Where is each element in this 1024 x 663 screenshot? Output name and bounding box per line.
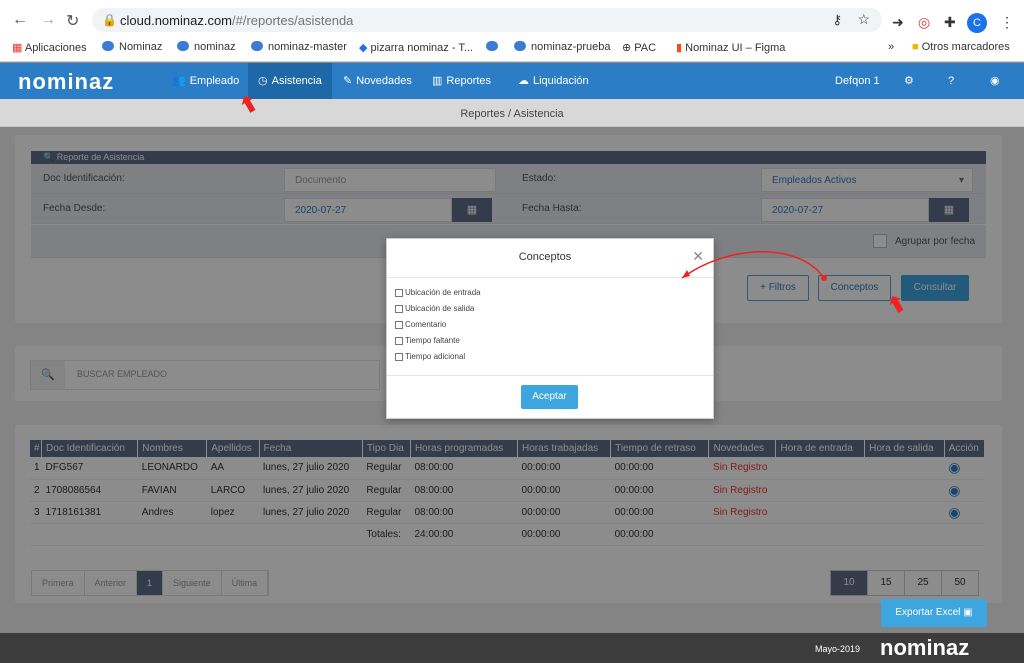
cloud-icon xyxy=(251,41,263,51)
bookmark-item[interactable]: Nominaz xyxy=(102,41,162,53)
concept-option[interactable]: Ubicación de entrada xyxy=(395,288,481,297)
breadcrumb: Reportes / Asistencia xyxy=(460,108,564,120)
diamond-icon: ◆ xyxy=(359,42,368,54)
conceptos-modal: Conceptos ✕ Ubicación de entrada Ubicaci… xyxy=(386,238,714,419)
nav-liquidacion[interactable]: ☁ Liquidación xyxy=(508,63,599,99)
profile-avatar[interactable]: C xyxy=(967,13,987,33)
nav-reportes[interactable]: ▥ Reportes xyxy=(422,63,501,99)
bookmark-item[interactable]: ▮ Nominaz UI – Figma xyxy=(676,41,785,54)
cloud-icon xyxy=(102,41,114,51)
breadcrumb-bar: Reportes / Asistencia xyxy=(0,99,1024,127)
settings-icon[interactable]: ⚙ xyxy=(894,63,924,99)
concept-option[interactable]: Ubicación de salida xyxy=(395,304,474,313)
bookmark-item[interactable]: ⊕ PAC xyxy=(622,41,656,54)
cloud-icon xyxy=(177,41,189,51)
cloud-upload-icon: ☁ xyxy=(518,75,529,87)
help-icon[interactable]: ? xyxy=(938,63,964,99)
address-bar-row: ← → ↻ 🔒 cloud.nominaz.com/#/reportes/asi… xyxy=(0,5,1024,35)
extension-arrow-icon[interactable]: ➜ xyxy=(892,14,904,31)
figma-icon: ▮ xyxy=(676,42,683,54)
forward-icon[interactable]: → xyxy=(40,11,56,29)
concept-option[interactable]: Tiempo faltante xyxy=(395,336,460,345)
footer-date: Mayo-2019 xyxy=(815,644,861,654)
extensions-puzzle-icon[interactable]: ✚ xyxy=(944,14,956,31)
cloud-icon xyxy=(514,41,526,51)
checkbox[interactable] xyxy=(395,320,403,329)
clock-icon: ◷ xyxy=(258,75,268,87)
concept-option[interactable]: Comentario xyxy=(395,320,446,329)
bookmark-item[interactable]: nominaz-master xyxy=(251,41,347,53)
url-text: cloud.nominaz.com/#/reportes/asistenda xyxy=(120,13,354,28)
checkbox[interactable] xyxy=(395,352,403,361)
bar-chart-icon: ▥ xyxy=(432,75,443,87)
top-navbar: nominaz 👥 Empleado ◷ Asistencia ✎ Novedades… xyxy=(0,63,1024,99)
users-icon: 👥 xyxy=(172,75,186,87)
divider xyxy=(387,277,713,278)
export-excel-button[interactable]: Exportar Excel ▣ xyxy=(881,599,987,627)
bookmarks-bar: ▦ Aplicaciones Nominaz nominaz nominaz-m… xyxy=(0,37,1024,59)
annotation-curve-icon xyxy=(681,251,827,281)
divider xyxy=(387,375,713,376)
nav-asistencia[interactable]: ◷ Asistencia xyxy=(248,63,332,99)
concept-option[interactable]: Tiempo adicional xyxy=(395,352,465,361)
footer-logo: nominaz xyxy=(880,635,970,660)
user-icon[interactable]: ◉ xyxy=(980,63,1010,99)
extension-circle-icon[interactable]: ◎ xyxy=(918,14,930,31)
checkbox[interactable] xyxy=(395,336,403,345)
modal-title: Conceptos xyxy=(518,251,572,263)
lock-icon: 🔒 xyxy=(102,13,117,27)
app-logo[interactable]: nominaz xyxy=(18,69,114,95)
nav-novedades[interactable]: ✎ Novedades xyxy=(333,63,422,99)
bookmark-item[interactable]: nominaz-prueba xyxy=(514,41,611,53)
folder-icon: ■ xyxy=(912,41,919,53)
accept-button[interactable]: Aceptar xyxy=(521,385,578,409)
apps-grid-icon: ▦ xyxy=(12,42,23,54)
menu-dots-icon[interactable]: ⋮ xyxy=(1000,14,1014,31)
bookmark-apps[interactable]: ▦ Aplicaciones xyxy=(12,41,87,54)
other-bookmarks[interactable]: ■ Otros marcadores xyxy=(912,41,1010,53)
company-name[interactable]: Defqon 1 xyxy=(825,63,890,99)
bookmarks-more[interactable]: » xyxy=(888,41,894,53)
file-excel-icon: ▣ xyxy=(963,607,973,618)
bookmark-item[interactable] xyxy=(486,41,503,53)
globe-icon: ⊕ xyxy=(622,42,632,54)
back-icon[interactable]: ← xyxy=(12,11,28,29)
star-icon[interactable]: ☆ xyxy=(857,11,870,28)
key-icon[interactable]: ⚷ xyxy=(832,12,842,28)
bookmark-item[interactable]: nominaz xyxy=(177,41,236,53)
cloud-icon xyxy=(486,41,498,51)
browser-chrome: ← → ↻ 🔒 cloud.nominaz.com/#/reportes/asi… xyxy=(0,0,1024,62)
reload-icon[interactable]: ↻ xyxy=(66,11,79,31)
bookmark-item[interactable]: ◆ pizarra nominaz - T... xyxy=(359,41,473,54)
edit-icon: ✎ xyxy=(343,75,353,87)
footer: Mayo-2019 nominaz xyxy=(0,633,1024,663)
checkbox[interactable] xyxy=(395,304,403,313)
url-bar[interactable]: 🔒 cloud.nominaz.com/#/reportes/asistenda… xyxy=(92,8,882,32)
nav-empleado[interactable]: 👥 Empleado xyxy=(162,63,249,99)
checkbox[interactable] xyxy=(395,288,403,297)
